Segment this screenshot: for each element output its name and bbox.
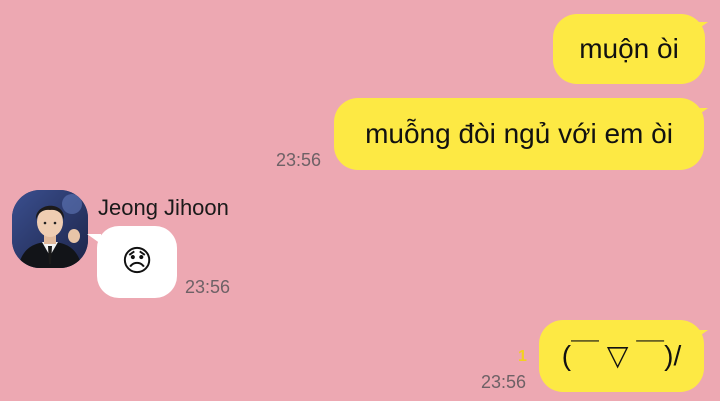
- disappointed-face-icon: 😞: [121, 245, 153, 278]
- bubble-tail: [694, 22, 708, 32]
- incoming-message-bubble[interactable]: 😞: [97, 226, 177, 298]
- bubble-tail: [694, 108, 708, 118]
- outgoing-message-bubble[interactable]: muộn òi: [553, 14, 705, 84]
- message-timestamp: 23:56: [185, 277, 231, 297]
- bubble-tail: [694, 330, 708, 340]
- sender-name: Jeong Jihoon: [98, 195, 229, 220]
- profile-photo-icon: [12, 190, 88, 268]
- avatar[interactable]: [12, 190, 88, 268]
- outgoing-message-bubble[interactable]: muỗng đòi ngủ với em òi: [334, 98, 704, 170]
- outgoing-message-bubble[interactable]: (￣ ▽ ￣)/: [539, 320, 704, 392]
- chat-window: muộn òi 23:56 muỗng đòi ngủ với em òi Je…: [0, 0, 720, 401]
- bubble-tail: [87, 234, 101, 244]
- message-timestamp: 23:56: [276, 150, 322, 170]
- message-text: muỗng đòi ngủ với em òi: [365, 118, 673, 149]
- unread-count-badge: 1: [518, 348, 527, 365]
- message-text: muộn òi: [579, 33, 679, 64]
- message-timestamp: 23:56: [481, 372, 527, 392]
- message-text: (￣ ▽ ￣)/: [561, 340, 682, 371]
